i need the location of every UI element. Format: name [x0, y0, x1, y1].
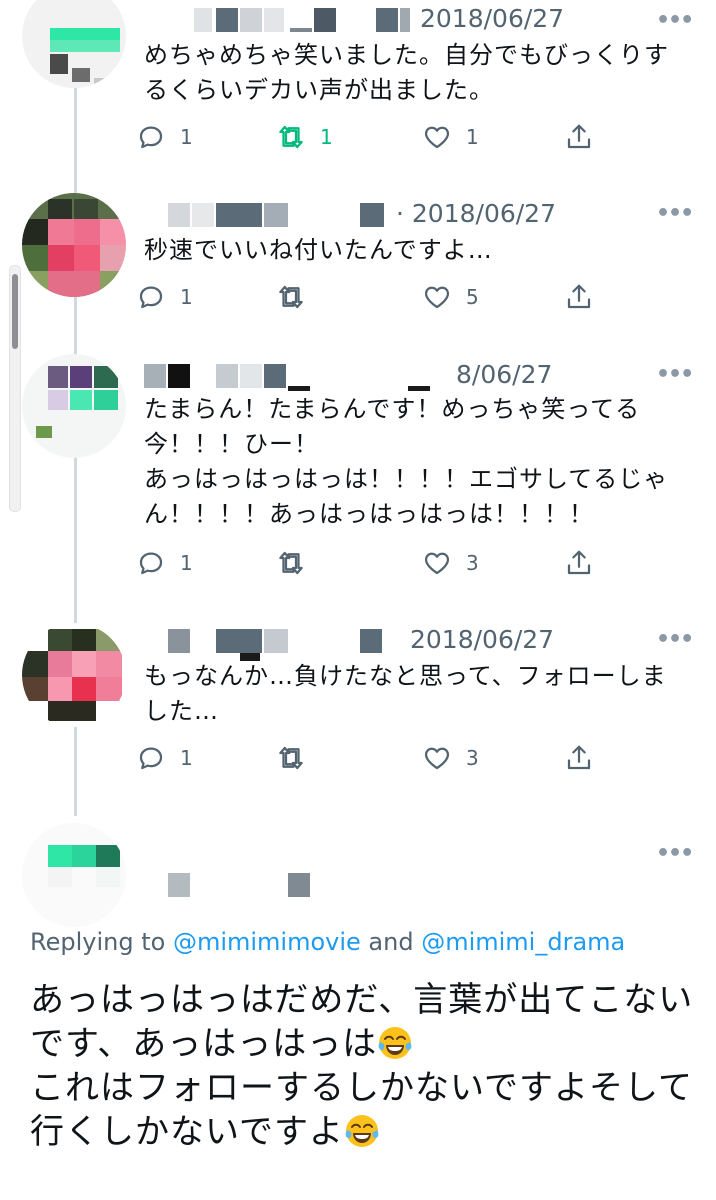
retweet-icon	[279, 285, 303, 309]
like-count: 5	[466, 285, 479, 309]
tears-of-joy-emoji	[378, 1027, 412, 1059]
username-redacted[interactable]	[144, 364, 430, 392]
like-button[interactable]: 1	[422, 117, 479, 157]
tweet-actions: 1 1 1	[136, 117, 616, 157]
replying-prefix: Replying to	[30, 928, 173, 956]
retweet-icon	[279, 551, 303, 575]
like-count: 3	[466, 551, 479, 575]
tweet-text: もっなんか…負けたなと思って、フォローしました…	[144, 662, 667, 725]
like-button[interactable]: 3	[422, 543, 479, 583]
tweet-date[interactable]: 2018/06/27	[420, 4, 564, 33]
reply-count: 1	[180, 551, 193, 575]
avatar-pixelated[interactable]	[22, 823, 126, 927]
retweet-button[interactable]: 1	[276, 117, 333, 157]
tweet-line-1: あっはっはっはだめだ、言葉が出てこないです、あっはっはっは	[30, 980, 694, 1064]
and-word: and	[360, 928, 422, 956]
tweet-text: 秒速でいいね付いたんですよ…	[144, 236, 493, 264]
reply-button[interactable]: 1	[136, 117, 193, 157]
like-button[interactable]: 5	[422, 277, 479, 317]
reply-icon	[139, 286, 163, 309]
tears-of-joy-emoji	[345, 1115, 379, 1147]
more-icon[interactable]: •••	[656, 201, 694, 226]
reply-count: 1	[180, 285, 193, 309]
share-icon	[567, 284, 591, 309]
like-count: 1	[466, 125, 479, 149]
reply-button[interactable]: 1	[136, 277, 193, 317]
tweet-date[interactable]: 8/06/27	[456, 360, 552, 389]
reply-count: 1	[180, 746, 193, 770]
retweet-icon	[279, 746, 303, 770]
mention-link[interactable]: @mimimimovie	[173, 928, 361, 956]
heart-icon	[424, 552, 450, 575]
username-redacted[interactable]	[144, 629, 414, 661]
heart-icon	[424, 747, 450, 770]
heart-icon	[424, 126, 450, 149]
username-redacted[interactable]	[144, 873, 414, 901]
tweet-header: 8/06/27	[144, 360, 664, 394]
share-icon	[567, 745, 591, 770]
tweet-actions: 1 3	[136, 738, 616, 778]
avatar-pixelated[interactable]	[22, 354, 126, 458]
reply-count: 1	[180, 125, 193, 149]
tweet-header	[144, 869, 664, 903]
tweet-reply-2[interactable]: · 2018/06/27 ••• 秒速でいいね付いたんですよ… 1 5	[0, 175, 716, 340]
like-button[interactable]: 3	[422, 738, 479, 778]
share-icon	[567, 124, 591, 149]
avatar-pixelated[interactable]	[22, 0, 126, 88]
tweet-actions: 1 5	[136, 277, 616, 317]
more-icon[interactable]: •••	[656, 841, 694, 866]
tweet-date[interactable]: 2018/06/27	[410, 625, 554, 654]
focused-tweet-text: あっはっはっはだめだ、言葉が出てこないです、あっはっはっは これはフォローするし…	[30, 978, 700, 1154]
share-button[interactable]	[564, 277, 594, 317]
reply-icon	[139, 552, 163, 575]
reply-button[interactable]: 1	[136, 543, 193, 583]
retweet-button[interactable]	[276, 543, 306, 583]
like-count: 3	[466, 746, 479, 770]
reply-icon	[139, 747, 163, 770]
tweet-text: めちゃめちゃ笑いました。自分でもびっくりするくらいデカい声が出ました。	[144, 41, 669, 104]
retweet-button[interactable]	[276, 738, 306, 778]
retweet-button[interactable]	[276, 277, 306, 317]
share-icon	[567, 550, 591, 575]
share-button[interactable]	[564, 738, 594, 778]
avatar-pixelated[interactable]	[22, 193, 126, 297]
tweet-header: 2018/06/27	[144, 4, 664, 38]
username-redacted[interactable]	[144, 8, 414, 36]
more-icon[interactable]: •••	[656, 8, 694, 33]
retweet-icon	[279, 125, 303, 149]
retweet-count: 1	[320, 125, 333, 149]
avatar-pixelated[interactable]	[22, 623, 126, 727]
tweet-text: たまらん！たまらんです！めっちゃ笑ってる今！！！ひー！ あっはっはっはっは！！！…	[144, 395, 669, 528]
username-redacted[interactable]	[144, 203, 414, 231]
more-icon[interactable]: •••	[656, 627, 694, 652]
mention-link[interactable]: @mimimi_drama	[421, 928, 625, 956]
tweet-header: · 2018/06/27	[144, 199, 664, 233]
tweet-reply-4[interactable]: 2018/06/27 ••• もっなんか…負けたなと思って、フォローしました… …	[0, 605, 716, 815]
tweet-header: 2018/06/27	[144, 625, 664, 661]
tweet-reply-3[interactable]: 8/06/27 ••• たまらん！たまらんです！めっちゃ笑ってる今！！！ひー！ …	[0, 340, 716, 605]
reply-button[interactable]: 1	[136, 738, 193, 778]
replying-to: Replying to @mimimimovie and @mimimi_dra…	[30, 928, 625, 956]
tweet-reply-1[interactable]: 2018/06/27 ••• めちゃめちゃ笑いました。自分でもびっくりするくらい…	[0, 0, 716, 175]
tweet-actions: 1 3	[136, 543, 616, 583]
reply-icon	[139, 126, 163, 149]
share-button[interactable]	[564, 117, 594, 157]
tweet-date[interactable]: · 2018/06/27	[396, 199, 556, 228]
more-icon[interactable]: •••	[656, 362, 694, 387]
share-button[interactable]	[564, 543, 594, 583]
heart-icon	[424, 286, 450, 309]
